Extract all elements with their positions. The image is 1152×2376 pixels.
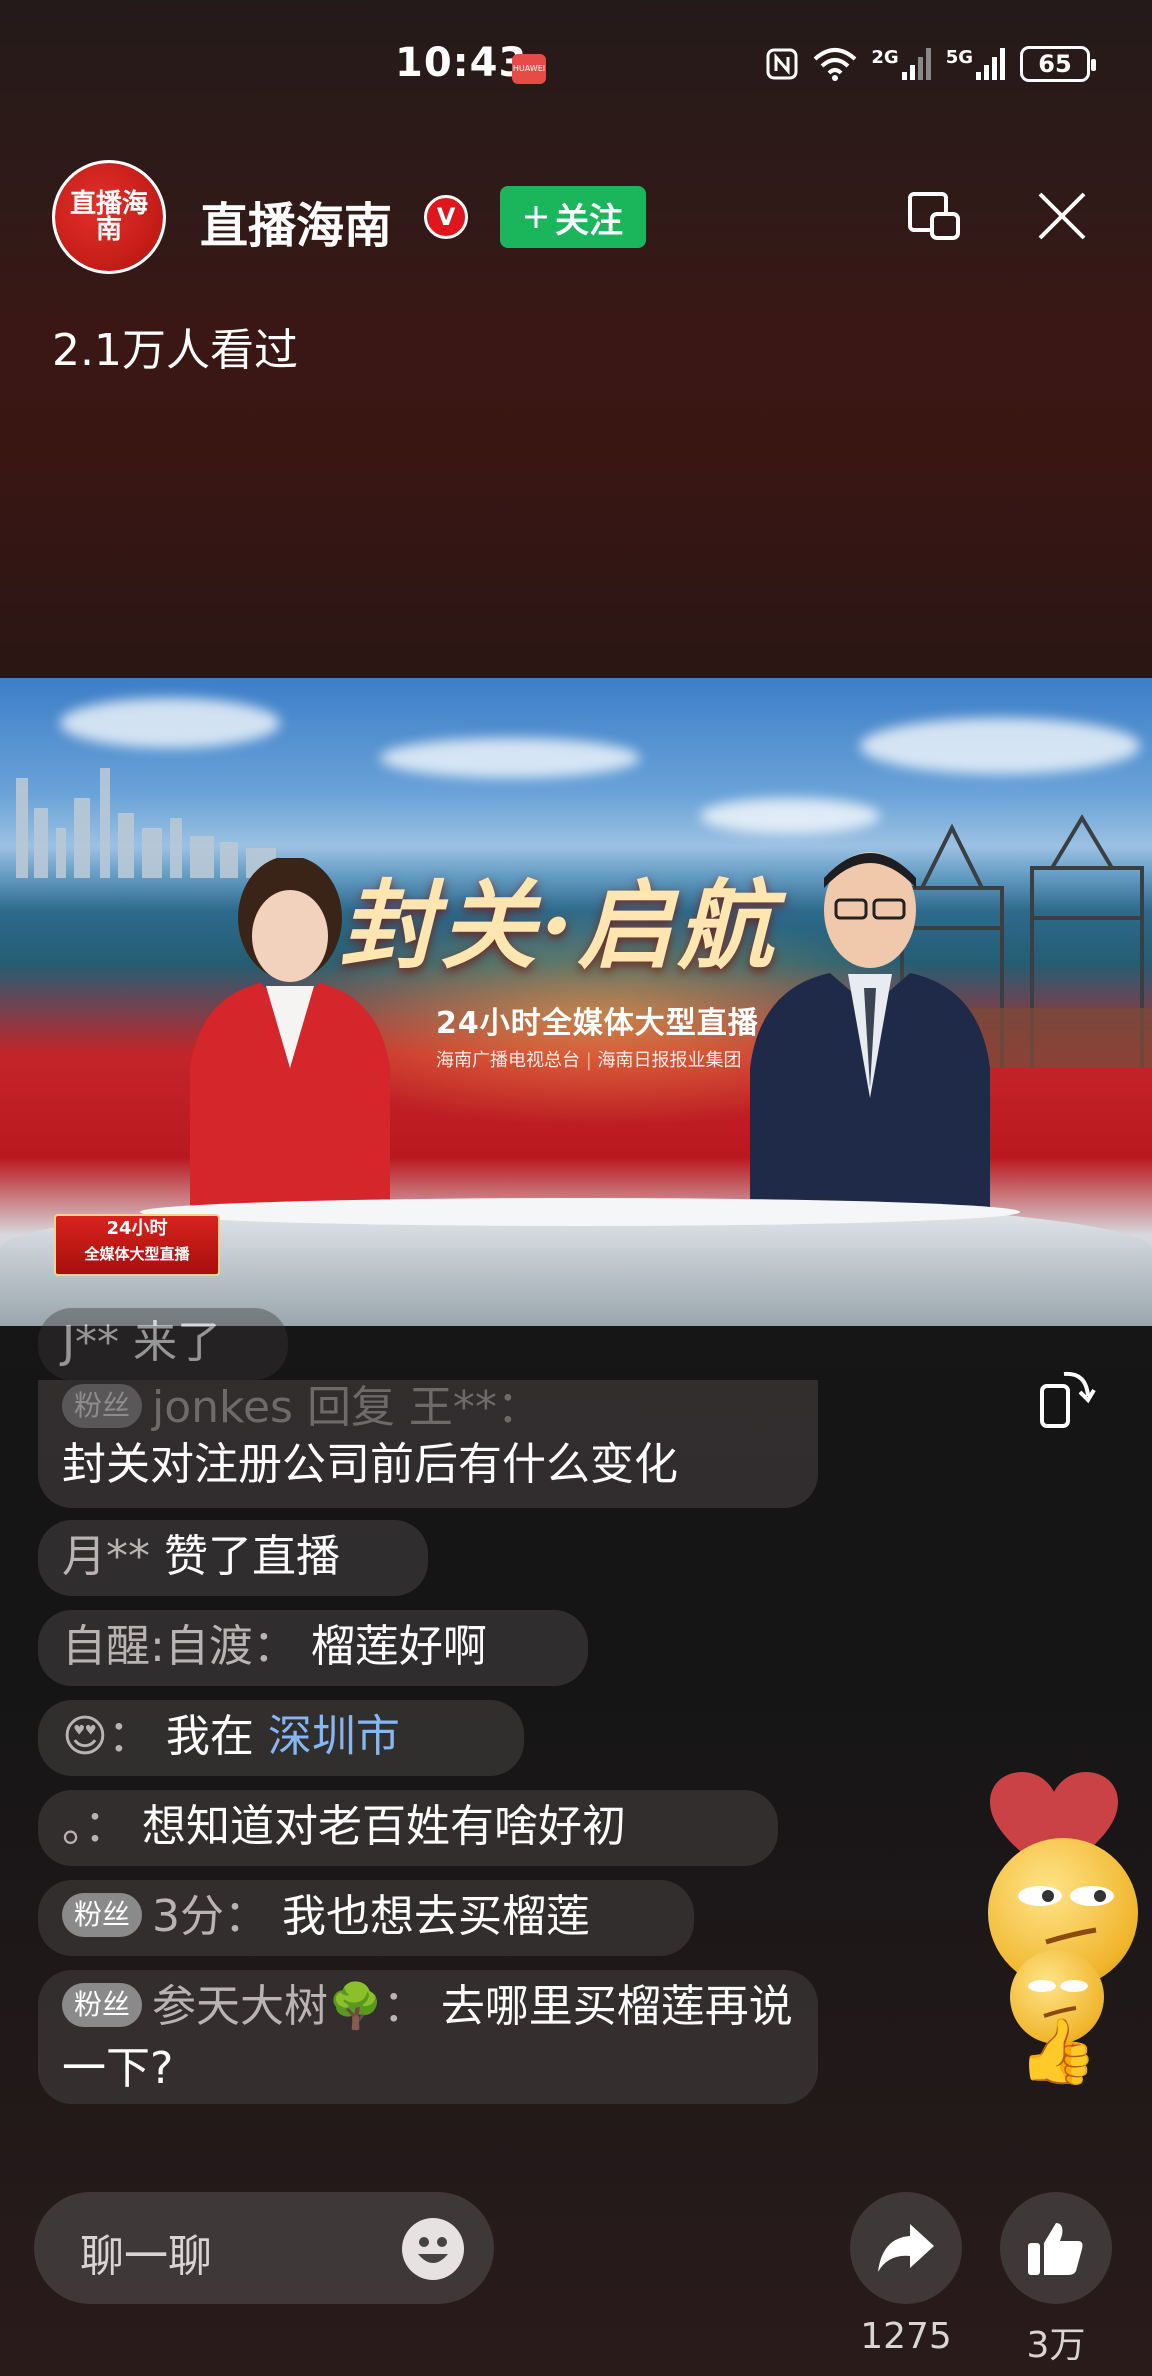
system-icons: 2G 5G 65 [765,46,1096,82]
verified-badge: V [424,195,468,239]
program-subtitle: 24小时全媒体大型直播 [436,1006,759,1041]
cloud [860,718,1140,774]
female-anchor [190,858,390,1218]
corner-live-badge: 24小时 全媒体大型直播 [54,1214,220,1276]
live-video[interactable]: 封关·启航 24小时全媒体大型直播 海南广播电视总台 | 海南日报报业集团 24… [0,678,1152,1326]
signal-2g: 2G [871,47,931,80]
chat-message[interactable]: 粉丝 jonkes 回复 王**： 封关对注册公司前后有什么变化 [38,1380,818,1508]
signal-bars-icon [901,48,931,80]
share-count: 1275 [860,2316,952,2357]
close-icon [1038,192,1086,240]
chat-message[interactable]: 粉丝 参天大树🌳： 去哪里买榴莲再说一下? [38,1970,818,2104]
follow-button[interactable]: 关注 [500,186,646,248]
nfc-icon [766,48,798,80]
status-bar: 10:43 HUAWEI 2G 5G 65 [0,0,1152,130]
chat-input[interactable]: 聊一聊 [34,2192,494,2304]
broadcaster-2: 海南日报报业集团 [597,1050,742,1071]
emoji-icon [418,2237,448,2263]
chat-message[interactable]: J** 来了 [38,1308,288,1380]
share-button[interactable] [850,2192,962,2304]
channel-avatar[interactable]: 直播海南 [52,160,166,274]
news-desk-top [140,1198,1020,1226]
huawei-notification-icon: HUAWEI [512,54,546,84]
cloud [60,698,280,748]
clock: 10:43 [395,40,528,86]
viewer-count: 2.1万人看过 [52,325,298,376]
broadcaster-logos: 海南广播电视总台 | 海南日报报业集团 [436,1050,742,1071]
like-button[interactable] [1000,2192,1112,2304]
thumbs-up-reaction-icon: 👍 [1018,2015,1098,2089]
thumbs-up-icon [1028,2223,1083,2275]
male-anchor [750,852,990,1218]
signal-5g: 5G [946,47,1006,80]
share-icon [878,2224,934,2272]
chat-input-placeholder: 聊一聊 [80,2231,212,2282]
fan-badge: 粉丝 [62,1983,143,2027]
signal-bars-icon [976,48,1005,80]
wifi-icon [814,48,857,81]
cloud [700,798,880,834]
location-link[interactable]: 深圳市 [268,1711,400,1762]
chat-message[interactable]: 粉丝 3分： 我也想去买榴莲 [38,1880,694,1956]
rotate-screen-button[interactable] [1030,1362,1102,1434]
emoji-button[interactable] [402,2218,464,2280]
channel-name[interactable]: 直播海南 [200,186,392,256]
cloud [380,738,640,778]
picture-in-picture-icon [908,192,960,240]
pip-mode-button[interactable] [898,180,970,252]
plus-icon [525,206,547,228]
chat-message[interactable]: 。： 想知道对老百姓有啥好初 [38,1790,778,1866]
like-count: 3万 [1026,2325,1086,2366]
broadcaster-1: 海南广播电视总台 [436,1050,580,1071]
chat-message[interactable]: 月** 赞了直播 [38,1520,428,1596]
battery-icon: 65 [1020,46,1096,82]
chat-message[interactable]: 😍： 我在 深圳市 [38,1700,524,1776]
rotate-screen-icon [1040,1371,1096,1428]
chat-message[interactable]: 自醒:自渡： 榴莲好啊 [38,1610,588,1686]
follow-label: 关注 [555,200,623,241]
close-button[interactable] [1026,180,1098,252]
channel-logo: 直播海南 [55,163,163,271]
fan-badge: 粉丝 [62,1893,143,1937]
fan-badge: 粉丝 [62,1384,143,1428]
